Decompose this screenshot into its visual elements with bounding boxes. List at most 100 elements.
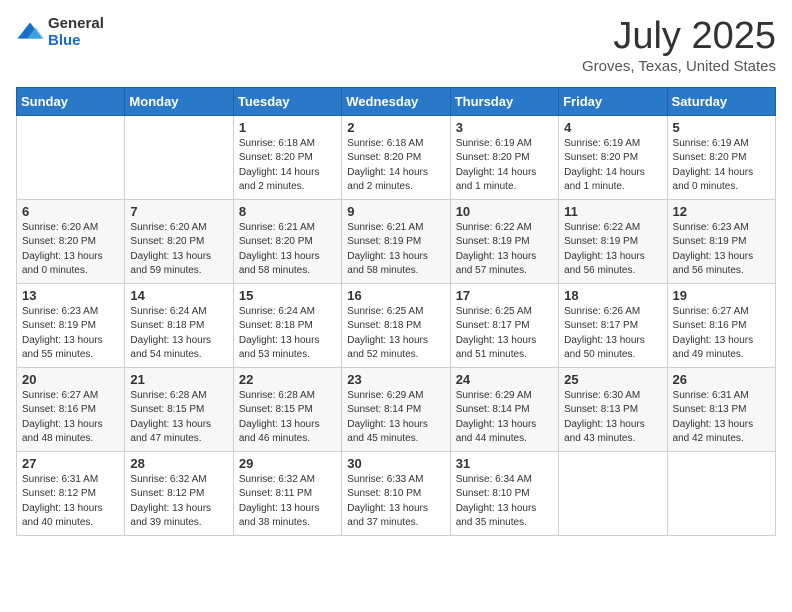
calendar-week-row: 20 Sunrise: 6:27 AMSunset: 8:16 PMDayligh…	[17, 367, 776, 451]
calendar-day-cell: 10Sunrise: 6:22 AMSunset: 8:19 PMDayligh…	[450, 199, 558, 283]
day-number: 1	[239, 120, 336, 135]
day-number: 9	[347, 204, 444, 219]
weekday-header: Wednesday	[342, 87, 450, 115]
weekday-header: Monday	[125, 87, 233, 115]
day-number: 23	[347, 372, 444, 387]
calendar-day-cell: 22Sunrise: 6:28 AMSunset: 8:15 PMDayligh…	[233, 367, 341, 451]
day-number: 7	[130, 204, 227, 219]
day-info: Sunrise: 6:24 AMSunset: 8:18 PMDaylight:…	[130, 305, 227, 363]
calendar-day-cell	[17, 115, 125, 199]
calendar-day-cell	[125, 115, 233, 199]
logo-blue-text: Blue	[48, 33, 104, 50]
day-info: Sunrise: 6:18 AMSunset: 8:20 PMDaylight:…	[239, 137, 336, 195]
day-info: Sunrise: 6:21 AMSunset: 8:19 PMDaylight:…	[347, 221, 444, 279]
calendar-day-cell: 6Sunrise: 6:20 AMSunset: 8:20 PMDaylight…	[17, 199, 125, 283]
day-info: Sunrise: 6:22 AMSunset: 8:19 PMDaylight:…	[564, 221, 661, 279]
weekday-header: Thursday	[450, 87, 558, 115]
location-text: Groves, Texas, United States	[582, 58, 776, 75]
day-info: Sunrise: 6:31 AMSunset: 8:13 PMDaylight:…	[673, 389, 770, 447]
day-info: Sunrise: 6:20 AMSunset: 8:20 PMDaylight:…	[130, 221, 227, 279]
weekday-header: Sunday	[17, 87, 125, 115]
day-info: Sunrise: 6:27 AMSunset: 8:16 PMDaylight:…	[22, 389, 119, 447]
day-info: Sunrise: 6:33 AMSunset: 8:10 PMDaylight:…	[347, 473, 444, 531]
day-number: 25	[564, 372, 661, 387]
day-number: 30	[347, 456, 444, 471]
calendar-week-row: 6 Sunrise: 6:20 AMSunset: 8:20 PMDaylight…	[17, 199, 776, 283]
calendar-day-cell	[667, 451, 775, 535]
calendar-day-cell: 18 Sunrise: 6:26 AMSunset: 8:17 PMDayligh…	[559, 283, 667, 367]
calendar-day-cell: 4 Sunrise: 6:19 AMSunset: 8:20 PMDaylight…	[559, 115, 667, 199]
calendar-table: SundayMondayTuesdayWednesdayThursdayFrid…	[16, 87, 776, 536]
day-number: 4	[564, 120, 661, 135]
calendar-week-row: 27 Sunrise: 6:31 AMSunset: 8:12 PMDayligh…	[17, 451, 776, 535]
day-number: 18	[564, 288, 661, 303]
day-number: 10	[456, 204, 553, 219]
day-info: Sunrise: 6:27 AMSunset: 8:16 PMDaylight:…	[673, 305, 770, 363]
calendar-day-cell: 13 Sunrise: 6:23 AMSunset: 8:19 PMDayligh…	[17, 283, 125, 367]
day-number: 11	[564, 204, 661, 219]
logo-icon	[16, 19, 44, 47]
calendar-day-cell: 11 Sunrise: 6:22 AMSunset: 8:19 PMDayligh…	[559, 199, 667, 283]
day-number: 2	[347, 120, 444, 135]
day-info: Sunrise: 6:28 AMSunset: 8:15 PMDaylight:…	[130, 389, 227, 447]
day-info: Sunrise: 6:25 AMSunset: 8:17 PMDaylight:…	[456, 305, 553, 363]
day-info: Sunrise: 6:21 AMSunset: 8:20 PMDaylight:…	[239, 221, 336, 279]
day-info: Sunrise: 6:29 AMSunset: 8:14 PMDaylight:…	[347, 389, 444, 447]
day-info: Sunrise: 6:19 AMSunset: 8:20 PMDaylight:…	[456, 137, 553, 195]
day-info: Sunrise: 6:34 AMSunset: 8:10 PMDaylight:…	[456, 473, 553, 531]
calendar-day-cell: 26 Sunrise: 6:31 AMSunset: 8:13 PMDayligh…	[667, 367, 775, 451]
day-info: Sunrise: 6:19 AMSunset: 8:20 PMDaylight:…	[564, 137, 661, 195]
calendar-week-row: 1 Sunrise: 6:18 AMSunset: 8:20 PMDaylight…	[17, 115, 776, 199]
calendar-day-cell: 17Sunrise: 6:25 AMSunset: 8:17 PMDayligh…	[450, 283, 558, 367]
day-info: Sunrise: 6:26 AMSunset: 8:17 PMDaylight:…	[564, 305, 661, 363]
calendar-day-cell: 25 Sunrise: 6:30 AMSunset: 8:13 PMDayligh…	[559, 367, 667, 451]
day-info: Sunrise: 6:28 AMSunset: 8:15 PMDaylight:…	[239, 389, 336, 447]
day-info: Sunrise: 6:31 AMSunset: 8:12 PMDaylight:…	[22, 473, 119, 531]
weekday-header: Tuesday	[233, 87, 341, 115]
day-number: 12	[673, 204, 770, 219]
day-number: 14	[130, 288, 227, 303]
day-info: Sunrise: 6:24 AMSunset: 8:18 PMDaylight:…	[239, 305, 336, 363]
day-number: 8	[239, 204, 336, 219]
logo-general-text: General	[48, 16, 104, 33]
day-number: 27	[22, 456, 119, 471]
day-number: 15	[239, 288, 336, 303]
weekday-header: Friday	[559, 87, 667, 115]
day-number: 31	[456, 456, 553, 471]
logo: General Blue	[16, 16, 104, 49]
day-info: Sunrise: 6:23 AMSunset: 8:19 PMDaylight:…	[673, 221, 770, 279]
calendar-day-cell: 1 Sunrise: 6:18 AMSunset: 8:20 PMDaylight…	[233, 115, 341, 199]
day-number: 5	[673, 120, 770, 135]
weekday-header: Saturday	[667, 87, 775, 115]
calendar-day-cell: 9 Sunrise: 6:21 AMSunset: 8:19 PMDaylight…	[342, 199, 450, 283]
day-number: 24	[456, 372, 553, 387]
day-info: Sunrise: 6:29 AMSunset: 8:14 PMDaylight:…	[456, 389, 553, 447]
day-info: Sunrise: 6:30 AMSunset: 8:13 PMDaylight:…	[564, 389, 661, 447]
calendar-day-cell: 20 Sunrise: 6:27 AMSunset: 8:16 PMDayligh…	[17, 367, 125, 451]
calendar-day-cell	[559, 451, 667, 535]
calendar-day-cell: 14 Sunrise: 6:24 AMSunset: 8:18 PMDayligh…	[125, 283, 233, 367]
title-block: July 2025 Groves, Texas, United States	[582, 16, 776, 75]
calendar-day-cell: 2Sunrise: 6:18 AMSunset: 8:20 PMDaylight…	[342, 115, 450, 199]
day-info: Sunrise: 6:23 AMSunset: 8:19 PMDaylight:…	[22, 305, 119, 363]
calendar-day-cell: 31 Sunrise: 6:34 AMSunset: 8:10 PMDayligh…	[450, 451, 558, 535]
day-number: 13	[22, 288, 119, 303]
calendar-day-cell: 15 Sunrise: 6:24 AMSunset: 8:18 PMDayligh…	[233, 283, 341, 367]
day-number: 26	[673, 372, 770, 387]
day-info: Sunrise: 6:32 AMSunset: 8:11 PMDaylight:…	[239, 473, 336, 531]
page-header: General Blue July 2025 Groves, Texas, Un…	[16, 16, 776, 75]
day-number: 6	[22, 204, 119, 219]
day-info: Sunrise: 6:25 AMSunset: 8:18 PMDaylight:…	[347, 305, 444, 363]
calendar-day-cell: 12 Sunrise: 6:23 AMSunset: 8:19 PMDayligh…	[667, 199, 775, 283]
calendar-week-row: 13 Sunrise: 6:23 AMSunset: 8:19 PMDayligh…	[17, 283, 776, 367]
day-info: Sunrise: 6:19 AMSunset: 8:20 PMDaylight:…	[673, 137, 770, 195]
day-number: 20	[22, 372, 119, 387]
day-number: 16	[347, 288, 444, 303]
calendar-day-cell: 3Sunrise: 6:19 AMSunset: 8:20 PMDaylight…	[450, 115, 558, 199]
calendar-day-cell: 27 Sunrise: 6:31 AMSunset: 8:12 PMDayligh…	[17, 451, 125, 535]
calendar-day-cell: 29 Sunrise: 6:32 AMSunset: 8:11 PMDayligh…	[233, 451, 341, 535]
day-number: 29	[239, 456, 336, 471]
day-number: 19	[673, 288, 770, 303]
weekday-header-row: SundayMondayTuesdayWednesdayThursdayFrid…	[17, 87, 776, 115]
calendar-day-cell: 23 Sunrise: 6:29 AMSunset: 8:14 PMDayligh…	[342, 367, 450, 451]
